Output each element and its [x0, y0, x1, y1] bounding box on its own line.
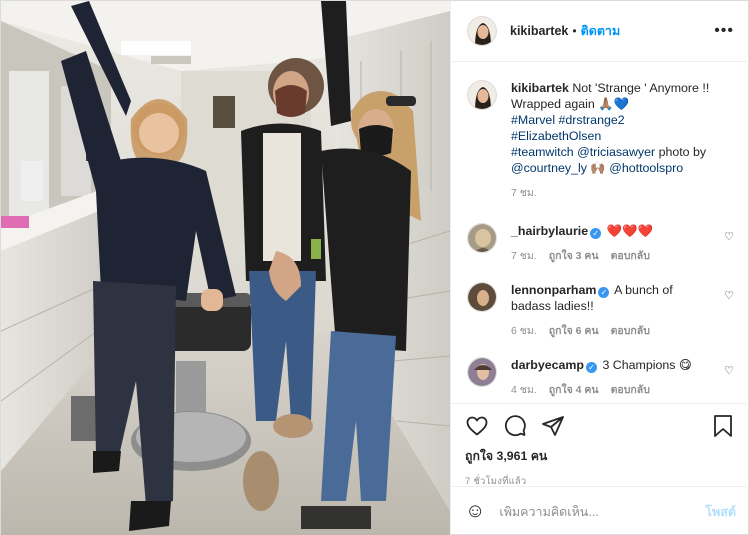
comment-username[interactable]: _hairbylaurie: [511, 224, 588, 238]
add-comment-bar: ☺ โพสต์: [451, 486, 749, 535]
photo-illustration: [1, 1, 450, 535]
like-count[interactable]: ถูกใจ 3,961 คน: [465, 447, 734, 466]
comment-username[interactable]: lennonparham: [511, 283, 596, 297]
comment-item: lennonparham ✓ A bunch of badass ladies!!…: [467, 282, 734, 339]
comment-item: darbyecamp ✓ 3 Champions 😋 4 ชม. ถูกใจ 4 …: [467, 357, 734, 398]
more-options-icon[interactable]: •••: [714, 22, 734, 40]
comment-icon[interactable]: [503, 414, 527, 438]
commenter-avatar[interactable]: [467, 282, 497, 312]
caption-body: kikibartek Not 'Strange ' Anymore !! Wra…: [511, 80, 734, 201]
verified-badge-icon: ✓: [590, 228, 602, 239]
commenter-avatar[interactable]: [467, 357, 497, 387]
post-actions: ถูกใจ 3,961 คน 7 ชั่วโมงที่แล้ว: [451, 403, 749, 489]
comment-like-heart-icon[interactable]: ♡: [724, 289, 734, 302]
comment-body: _hairbylaurie ✓ ❤️❤️❤️ 7 ชม. ถูกใจ 3 คน ต…: [511, 223, 734, 264]
heart-icon[interactable]: [465, 414, 489, 438]
comment-text: ❤️❤️❤️: [606, 224, 653, 238]
comment-likes[interactable]: ถูกใจ 6 คน: [549, 323, 599, 339]
bookmark-icon[interactable]: [712, 414, 734, 438]
caption: kikibartek Not 'Strange ' Anymore !! Wra…: [467, 80, 734, 201]
post-photo[interactable]: [1, 1, 450, 535]
comment-meta: 7 ชม. ถูกใจ 3 คน ตอบกลับ: [511, 248, 712, 264]
comment-likes[interactable]: ถูกใจ 4 คน: [549, 382, 599, 398]
caption-username[interactable]: kikibartek: [511, 81, 569, 95]
comment-time[interactable]: 7 ชม.: [511, 248, 537, 264]
comment-like-heart-icon[interactable]: ♡: [724, 364, 734, 377]
caption-hashtags[interactable]: #Marvel #drstrange2 #ElizabethOlsen: [511, 113, 625, 143]
post-comment-button[interactable]: โพสต์: [705, 502, 736, 522]
caption-photo-by: photo by: [655, 145, 707, 159]
comment-text: 3 Champions 😋: [602, 358, 692, 372]
add-comment-input[interactable]: [499, 504, 706, 519]
author-username[interactable]: kikibartek: [510, 24, 568, 38]
caption-avatar[interactable]: [467, 80, 497, 110]
verified-badge-icon: ✓: [586, 362, 598, 373]
comment-like-heart-icon[interactable]: ♡: [724, 230, 734, 243]
smiley-icon[interactable]: ☺: [465, 500, 485, 523]
caption-emoji: 🙌🏽: [586, 161, 610, 175]
paper-plane-icon[interactable]: [541, 414, 565, 438]
mention-triciasawyer[interactable]: @triciasawyer: [577, 145, 655, 159]
verified-badge-icon: ✓: [598, 287, 610, 298]
comment-body: darbyecamp ✓ 3 Champions 😋 4 ชม. ถูกใจ 4 …: [511, 357, 734, 398]
caption-time[interactable]: 7 ชม.: [511, 185, 537, 201]
reply-button[interactable]: ตอบกลับ: [611, 323, 650, 339]
author-avatar[interactable]: [467, 16, 497, 46]
separator-dot: •: [572, 24, 577, 38]
comment-time[interactable]: 6 ชม.: [511, 323, 537, 339]
comments-list[interactable]: kikibartek Not 'Strange ' Anymore !! Wra…: [451, 62, 749, 403]
post-header: kikibartek • ติดตาม •••: [451, 1, 749, 62]
comment-meta: 6 ชม. ถูกใจ 6 คน ตอบกลับ: [511, 323, 712, 339]
commenter-avatar[interactable]: [467, 223, 497, 253]
comment-meta: 4 ชม. ถูกใจ 4 คน ตอบกลับ: [511, 382, 712, 398]
caption-meta: 7 ชม.: [511, 185, 712, 201]
mention-courtney-ly[interactable]: @courtney_ly: [511, 161, 587, 175]
reply-button[interactable]: ตอบกลับ: [611, 248, 650, 264]
reply-button[interactable]: ตอบกลับ: [611, 382, 650, 398]
comment-username[interactable]: darbyecamp: [511, 358, 584, 372]
post-viewer: kikibartek • ติดตาม ••• kikibartek Not '…: [0, 0, 749, 535]
follow-button[interactable]: ติดตาม: [581, 21, 621, 41]
post-side-panel: kikibartek • ติดตาม ••• kikibartek Not '…: [450, 1, 749, 535]
comment-time[interactable]: 4 ชม.: [511, 382, 537, 398]
hashtag-teamwitch[interactable]: #teamwitch: [511, 145, 574, 159]
mention-hottoolspro[interactable]: @hottoolspro: [609, 161, 683, 175]
comment-item: _hairbylaurie ✓ ❤️❤️❤️ 7 ชม. ถูกใจ 3 คน ต…: [467, 223, 734, 264]
comment-body: lennonparham ✓ A bunch of badass ladies!!…: [511, 282, 734, 339]
action-bar: [465, 414, 734, 438]
comment-likes[interactable]: ถูกใจ 3 คน: [549, 248, 599, 264]
